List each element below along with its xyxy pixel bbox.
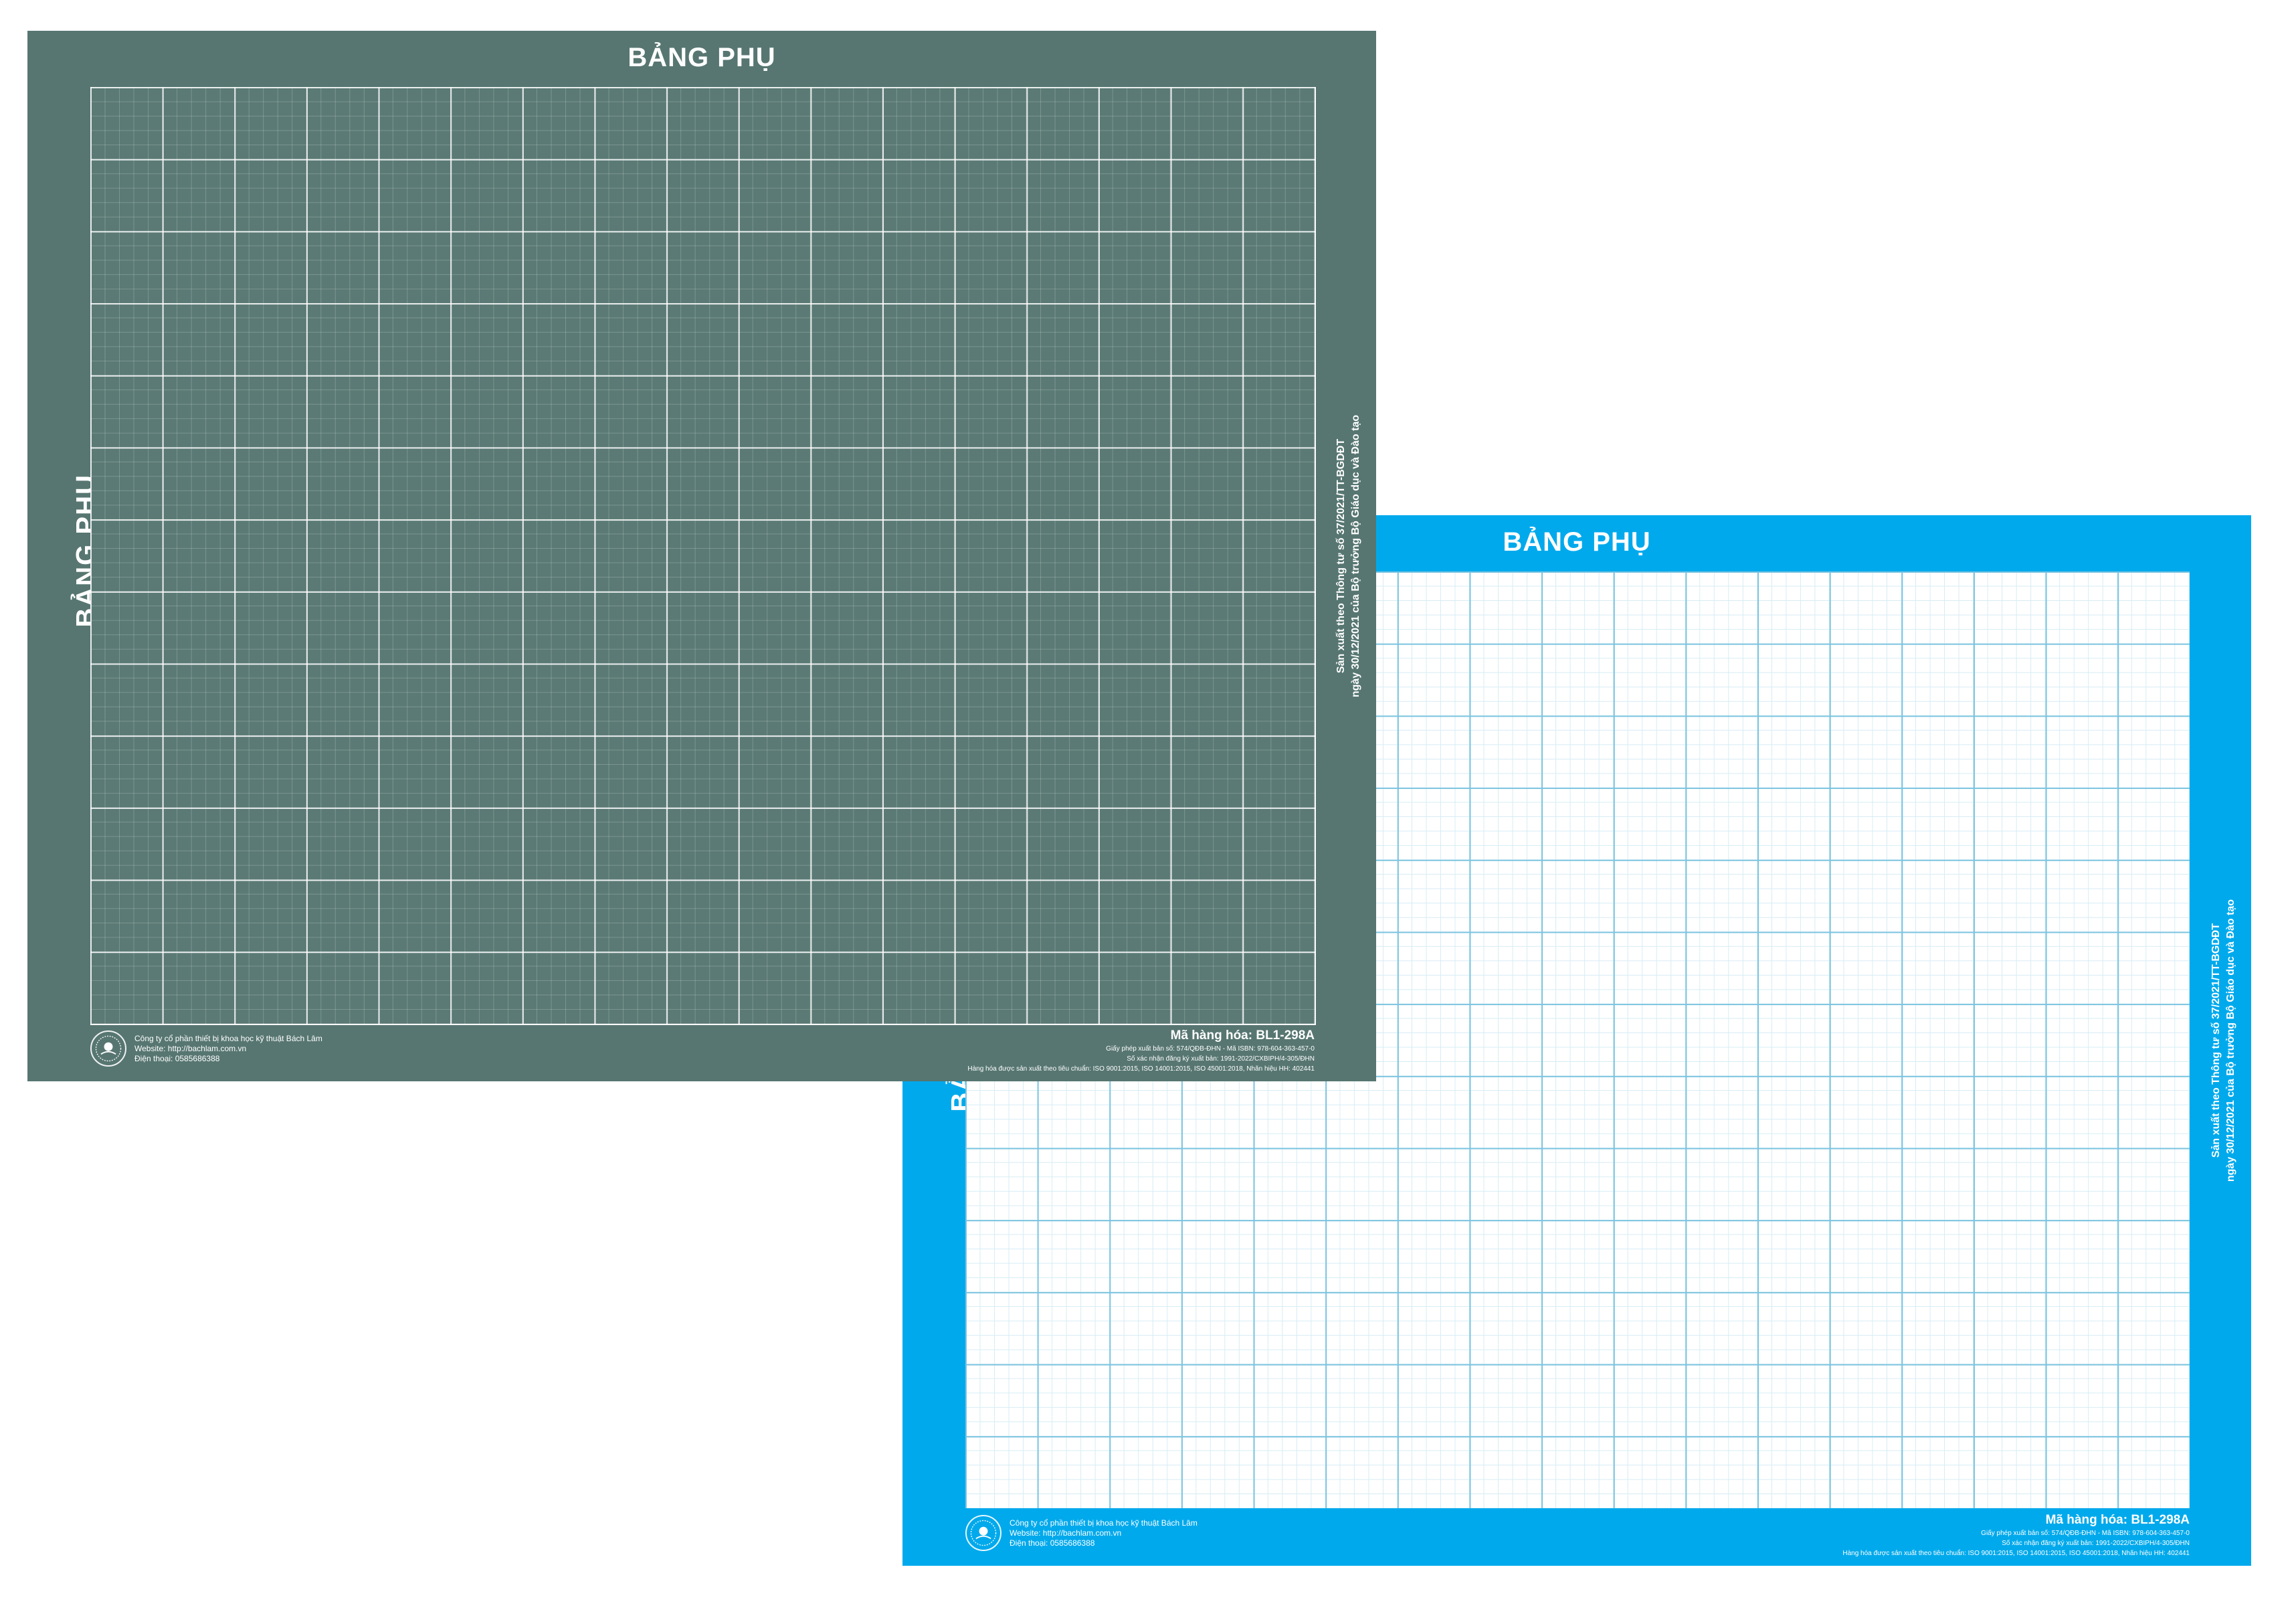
product-info: Mã hàng hóa: BL1-298A Giấy phép xuất bản… [1842, 1512, 2190, 1558]
company-name: Công ty cổ phần thiết bị khoa học kỹ thu… [134, 1034, 322, 1043]
company-website: Website: http://bachlam.com.vn [1010, 1528, 1122, 1538]
company-info: Công ty cổ phần thiết bị khoa học kỹ thu… [1010, 1518, 1198, 1548]
company-seal-icon [965, 1515, 1001, 1551]
registration-number: Số xác nhận đăng ký xuất bản: 1991-2022/… [2002, 1540, 2190, 1547]
regulation-line-1: Sản xuất theo Thông tư số 37/2021/TT-BGD… [1335, 438, 1347, 674]
company-website: Website: http://bachlam.com.vn [134, 1044, 247, 1053]
publishing-license: Giấy phép xuất bản số: 574/QĐB-ĐHN - Mã … [1106, 1045, 1315, 1053]
board-title: BẢNG PHỤ [628, 43, 776, 72]
standards-note: Hàng hóa được sản xuất theo tiêu chuẩn: … [967, 1065, 1315, 1073]
company-phone: Điện thoại: 0585686388 [1010, 1538, 1095, 1548]
company-info: Công ty cổ phần thiết bị khoa học kỹ thu… [134, 1034, 322, 1064]
regulation-line-1: Sản xuất theo Thông tư số 37/2021/TT-BGD… [2210, 923, 2222, 1158]
regulation-note: Sản xuất theo Thông tư số 37/2021/TT-BGD… [2209, 840, 2238, 1241]
company-name: Công ty cổ phần thiết bị khoa học kỹ thu… [1010, 1518, 1198, 1528]
company-phone: Điện thoại: 0585686388 [134, 1054, 220, 1063]
green-board: BẢNG PHỤ BẢNG PHỤ Sản xuất theo Thông tư… [27, 31, 1376, 1081]
company-seal-icon [90, 1030, 126, 1067]
registration-number: Số xác nhận đăng ký xuất bản: 1991-2022/… [1127, 1055, 1315, 1063]
regulation-line-2: ngày 30/12/2021 của Bộ trưởng Bộ Giáo dụ… [1350, 414, 1361, 698]
regulation-line-2: ngày 30/12/2021 của Bộ trưởng Bộ Giáo dụ… [2225, 899, 2236, 1182]
publishing-license: Giấy phép xuất bản số: 574/QĐB-ĐHN - Mã … [1981, 1530, 2190, 1537]
product-code: Mã hàng hóa: BL1-298A [1170, 1028, 1315, 1043]
grid-area [90, 87, 1316, 1025]
standards-note: Hàng hóa được sản xuất theo tiêu chuẩn: … [1842, 1550, 2190, 1557]
product-info: Mã hàng hóa: BL1-298A Giấy phép xuất bản… [967, 1028, 1315, 1074]
regulation-note: Sản xuất theo Thông tư số 37/2021/TT-BGD… [1334, 355, 1363, 757]
product-code: Mã hàng hóa: BL1-298A [2045, 1513, 2190, 1527]
